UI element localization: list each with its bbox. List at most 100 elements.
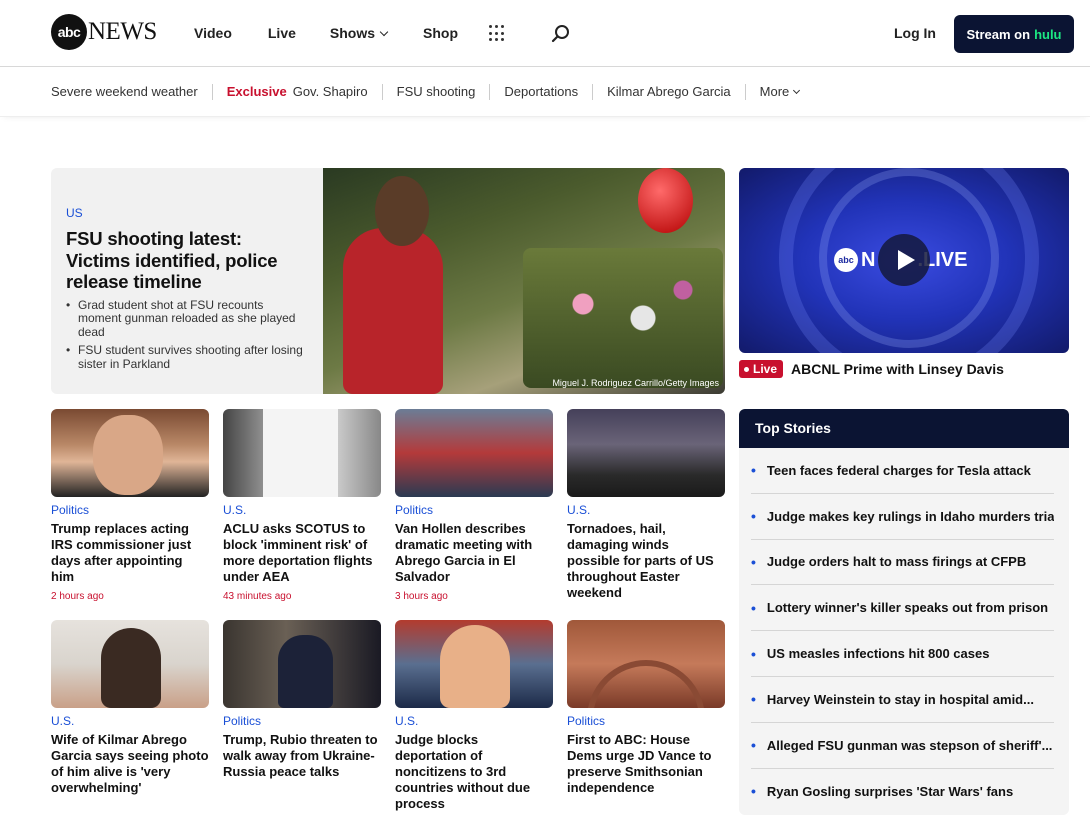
story-timestamp: 2 hours ago: [51, 591, 104, 602]
top-story-label: Harvey Weinstein to stay in hospital ami…: [766, 691, 1034, 707]
story-thumbnail[interactable]: [223, 620, 381, 708]
story-headline[interactable]: Wife of Kilmar Abrego Garcia says seeing…: [51, 732, 209, 796]
story-headline[interactable]: Trump replaces acting IRS commissioner j…: [51, 521, 209, 585]
nav-live[interactable]: Live: [268, 25, 296, 41]
bullet-icon: •: [751, 508, 756, 525]
top-story-label: Alleged FSU gunman was stepson of sherif…: [766, 737, 1053, 753]
top-story-link[interactable]: • Lottery winner's killer speaks out from…: [751, 585, 1054, 632]
chevron-down-icon: [793, 86, 801, 94]
top-stories-panel: Top Stories • Teen faces federal charges …: [739, 409, 1069, 815]
play-button[interactable]: [878, 234, 930, 286]
story-thumbnail[interactable]: [395, 409, 553, 497]
girl-figure-shape: [343, 228, 443, 394]
bullet-icon: •: [751, 691, 756, 708]
logo-mark: abc: [834, 248, 858, 272]
top-header: abc NEWS Video Live Shows Shop Log In St…: [0, 0, 1090, 67]
more-label: More: [759, 84, 790, 99]
trend-more-menu[interactable]: More: [759, 84, 801, 99]
stream-on-hulu-button[interactable]: Stream on hulu: [954, 15, 1074, 53]
divider: [592, 83, 594, 100]
chevron-down-icon: [379, 27, 389, 36]
logo-text: NEWS: [88, 18, 157, 45]
story-card[interactable]: U.S. Judge blocks deportation of nonciti…: [395, 620, 553, 812]
story-card[interactable]: Politics First to ABC: House Dems urge J…: [567, 620, 725, 796]
photo-credit: Miguel J. Rodriguez Carrillo/Getty Image…: [552, 378, 719, 388]
trend-link-deportations[interactable]: Deportations: [504, 84, 578, 99]
hero-category[interactable]: US: [66, 206, 83, 220]
hero-related-link[interactable]: FSU student survives shooting after losi…: [66, 343, 309, 371]
story-category[interactable]: U.S.: [51, 714, 209, 728]
abc-news-logo[interactable]: abc NEWS: [51, 14, 157, 50]
story-category[interactable]: Politics: [567, 714, 725, 728]
bullet-icon: •: [751, 783, 756, 800]
bullet-icon: •: [751, 462, 756, 479]
hero-headline[interactable]: FSU shooting latest: Victims identified,…: [66, 228, 309, 293]
story-headline[interactable]: ACLU asks SCOTUS to block 'imminent risk…: [223, 521, 381, 585]
trend-link-label: Gov. Shapiro: [292, 84, 368, 99]
play-icon: [897, 250, 915, 270]
trend-link-fsu[interactable]: FSU shooting: [397, 84, 476, 99]
nav-shop[interactable]: Shop: [423, 25, 458, 41]
story-headline[interactable]: Judge blocks deportation of noncitizens …: [395, 732, 553, 812]
top-story-link[interactable]: • Harvey Weinstein to stay in hospital am…: [751, 677, 1054, 723]
hero-story[interactable]: US FSU shooting latest: Victims identifi…: [51, 168, 725, 394]
story-card[interactable]: Politics Van Hollen describes dramatic m…: [395, 409, 553, 602]
logo-n: N: [861, 248, 876, 271]
main-nav: Video Live Shows Shop: [194, 25, 494, 41]
hero-related-link[interactable]: Grad student shot at FSU recounts moment…: [66, 298, 309, 340]
story-thumbnail[interactable]: [567, 620, 725, 708]
hero-image[interactable]: Miguel J. Rodriguez Carrillo/Getty Image…: [323, 168, 725, 394]
story-card[interactable]: U.S. Wife of Kilmar Abrego Garcia says s…: [51, 620, 209, 796]
top-story-link[interactable]: • Ryan Gosling surprises 'Star Wars' fans: [751, 769, 1054, 815]
live-caption[interactable]: Live ABCNL Prime with Linsey Davis: [739, 360, 1004, 378]
hero-text: US FSU shooting latest: Victims identifi…: [66, 204, 309, 376]
story-headline[interactable]: First to ABC: House Dems urge JD Vance t…: [567, 732, 725, 796]
divider: [381, 83, 383, 100]
nav-shows[interactable]: Shows: [330, 25, 389, 41]
top-story-label: Judge makes key rulings in Idaho murders…: [766, 508, 1054, 524]
story-timestamp: 43 minutes ago: [223, 591, 292, 602]
top-story-label: Judge orders halt to mass firings at CFP…: [766, 554, 1027, 570]
login-link[interactable]: Log In: [894, 25, 936, 41]
story-thumbnail[interactable]: [51, 409, 209, 497]
story-card[interactable]: Politics Trump, Rubio threaten to walk a…: [223, 620, 381, 780]
top-story-label: US measles infections hit 800 cases: [766, 646, 990, 662]
top-story-link[interactable]: • Teen faces federal charges for Tesla at…: [751, 448, 1054, 494]
story-thumbnail[interactable]: [51, 620, 209, 708]
story-card[interactable]: U.S. Tornadoes, hail, damaging winds pos…: [567, 409, 725, 601]
top-story-link[interactable]: • Judge makes key rulings in Idaho murder…: [751, 494, 1054, 540]
live-video-player[interactable]: abc N .LIVE: [739, 168, 1069, 353]
story-category[interactable]: Politics: [395, 503, 553, 517]
memorial-flowers-shape: [523, 248, 723, 388]
story-category[interactable]: U.S.: [395, 714, 553, 728]
story-category[interactable]: U.S.: [223, 503, 381, 517]
trend-link-weather[interactable]: Severe weekend weather: [51, 84, 198, 99]
top-story-link[interactable]: • Alleged FSU gunman was stepson of sheri…: [751, 723, 1054, 769]
apps-grid-icon[interactable]: [489, 25, 506, 42]
divider: [489, 83, 491, 100]
trend-link-shapiro[interactable]: Exclusive Gov. Shapiro: [227, 84, 368, 99]
story-headline[interactable]: Trump, Rubio threaten to walk away from …: [223, 732, 381, 780]
story-card[interactable]: U.S. ACLU asks SCOTUS to block 'imminent…: [223, 409, 381, 602]
top-stories-list: • Teen faces federal charges for Tesla at…: [739, 448, 1069, 814]
top-story-link[interactable]: • US measles infections hit 800 cases: [751, 631, 1054, 677]
story-category[interactable]: Politics: [51, 503, 209, 517]
story-thumbnail[interactable]: [395, 620, 553, 708]
live-badge-label: Live: [753, 362, 778, 376]
live-dot-icon: [744, 366, 749, 372]
story-thumbnail[interactable]: [567, 409, 725, 497]
live-show-title[interactable]: ABCNL Prime with Linsey Davis: [791, 361, 1004, 377]
story-card[interactable]: Politics Trump replaces acting IRS commi…: [51, 409, 209, 602]
search-icon[interactable]: [551, 24, 571, 44]
bullet-icon: •: [751, 599, 756, 616]
story-headline[interactable]: Tornadoes, hail, damaging winds possible…: [567, 521, 725, 601]
trend-link-abrego[interactable]: Kilmar Abrego Garcia: [607, 84, 731, 99]
top-story-label: Lottery winner's killer speaks out from …: [766, 600, 1049, 616]
story-thumbnail[interactable]: [223, 409, 381, 497]
story-category[interactable]: Politics: [223, 714, 381, 728]
story-category[interactable]: U.S.: [567, 503, 725, 517]
balloon-shape: [638, 168, 693, 233]
story-headline[interactable]: Van Hollen describes dramatic meeting wi…: [395, 521, 553, 585]
top-story-link[interactable]: • Judge orders halt to mass firings at CF…: [751, 540, 1054, 586]
nav-video[interactable]: Video: [194, 25, 232, 41]
